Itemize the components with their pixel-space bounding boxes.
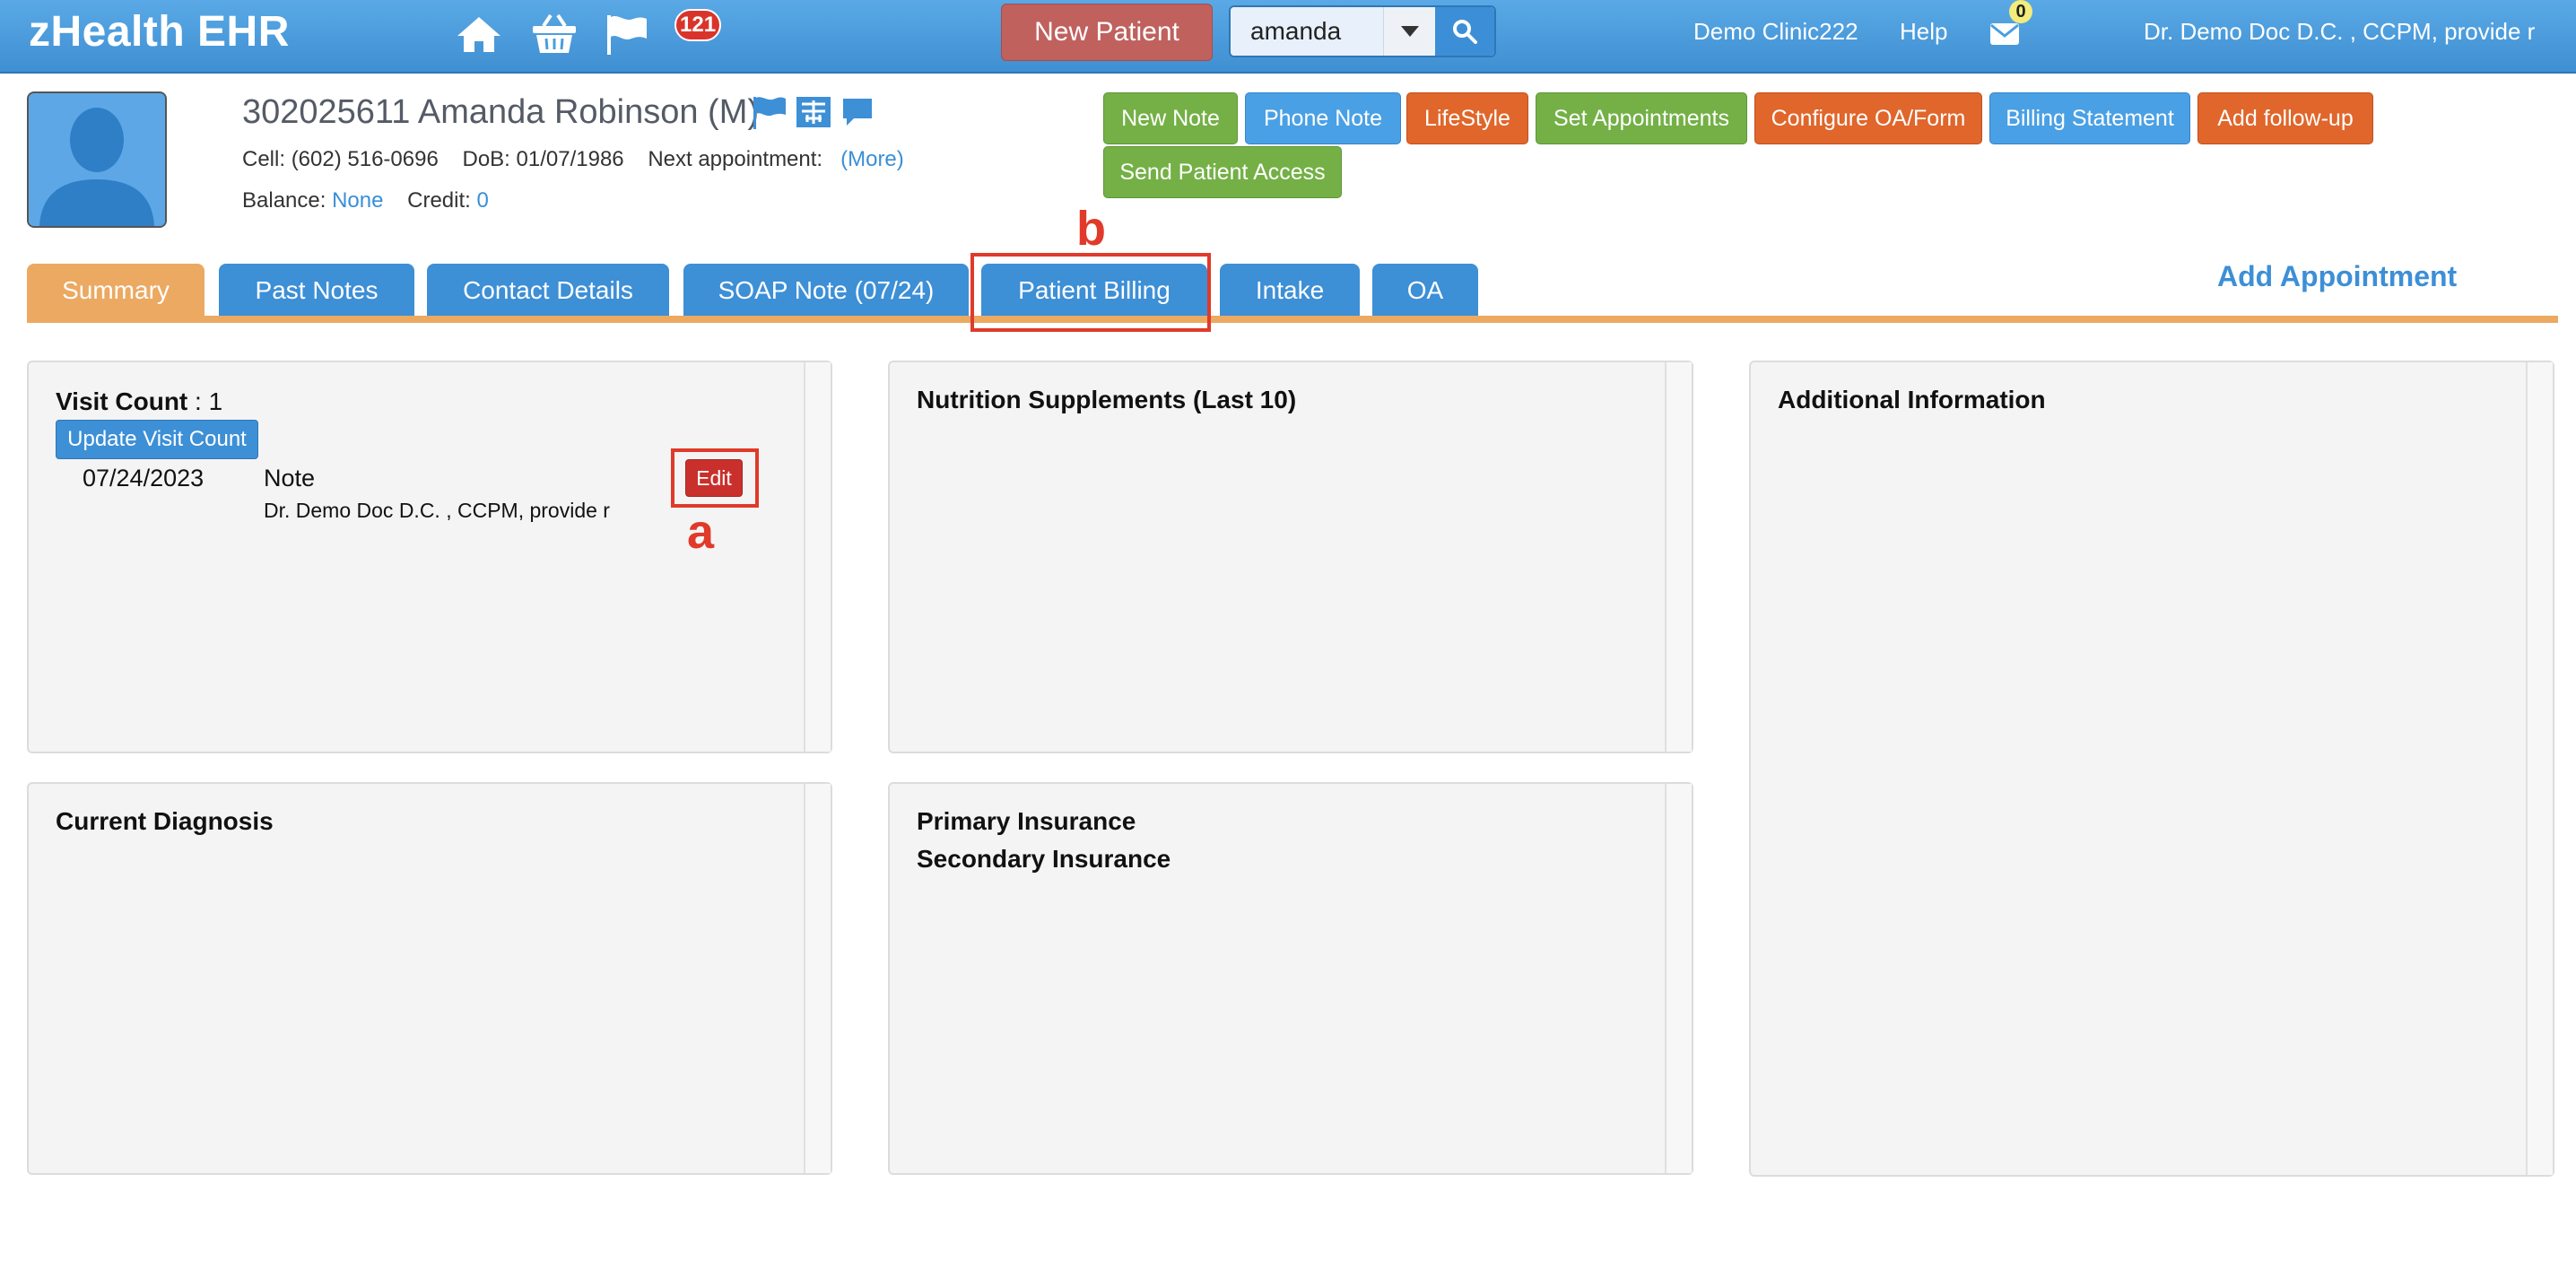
tab-past-notes[interactable]: Past Notes (219, 264, 414, 317)
balance-link[interactable]: None (332, 188, 383, 213)
insurance-panel: Primary Insurance Secondary Insurance (888, 782, 1693, 1175)
panel-scrollbar[interactable] (804, 784, 831, 1173)
set-appointments-button[interactable]: Set Appointments (1536, 92, 1747, 144)
send-patient-access-button[interactable]: Send Patient Access (1103, 146, 1342, 198)
panel-scrollbar[interactable] (804, 362, 831, 752)
chat-icon[interactable] (840, 95, 875, 134)
patient-balance-line: Balance: None Credit: 0 (242, 188, 489, 213)
tab-intake[interactable]: Intake (1220, 264, 1360, 317)
note-type: Note (264, 465, 316, 491)
top-navigation-bar: zHealth EHR 121 New Patient Demo Clinic2… (0, 0, 2576, 74)
brand-logo[interactable]: zHealth EHR (29, 7, 290, 57)
phone-note-button[interactable]: Phone Note (1245, 92, 1401, 144)
panel-scrollbar[interactable] (2526, 362, 2553, 1175)
cell-label: Cell: (242, 147, 286, 171)
credit-label: Credit: (407, 188, 471, 213)
add-appointment-link[interactable]: Add Appointment (2217, 260, 2457, 293)
additional-information-panel: Additional Information (1749, 361, 2554, 1177)
patient-search-input[interactable] (1231, 7, 1383, 56)
current-diagnosis-panel: Current Diagnosis (27, 782, 832, 1175)
visit-count-separator: : (187, 387, 209, 415)
panel-scrollbar[interactable] (1665, 362, 1692, 752)
patient-contact-line: Cell: (602) 516-0696 DoB: 01/07/1986 Nex… (242, 147, 904, 172)
visit-count-value: 1 (208, 387, 223, 415)
credit-link[interactable]: 0 (476, 188, 488, 213)
note-date: 07/24/2023 (83, 465, 205, 491)
basket-icon[interactable] (531, 13, 578, 56)
chevron-down-icon[interactable] (1383, 7, 1436, 56)
current-diagnosis-title: Current Diagnosis (56, 807, 274, 835)
nutrition-supplements-title: Nutrition Supplements (Last 10) (917, 386, 1297, 413)
visit-count: Visit Count : 1 (56, 387, 222, 416)
update-visit-count-button[interactable]: Update Visit Count (56, 420, 258, 459)
annotation-label-b: b (1076, 202, 1106, 256)
home-icon[interactable] (456, 13, 502, 56)
flag-icon[interactable] (752, 95, 788, 134)
secondary-insurance-title: Secondary Insurance (917, 845, 1171, 873)
flag-icon[interactable] (605, 13, 649, 56)
annotation-label-a: a (687, 505, 715, 559)
help-link[interactable]: Help (1900, 18, 1947, 46)
search-icon (1453, 20, 1477, 44)
configure-oa-form-button[interactable]: Configure OA/Form (1754, 92, 1982, 144)
user-menu[interactable]: Dr. Demo Doc D.C. , CCPM, provide r (2144, 18, 2535, 46)
tab-underline (27, 316, 2558, 323)
additional-information-title: Additional Information (1778, 386, 2046, 413)
new-patient-button[interactable]: New Patient (1001, 4, 1213, 61)
clinic-selector[interactable]: Demo Clinic222 (1693, 18, 1858, 46)
note-doctor: Dr. Demo Doc D.C. , CCPM, provide r (264, 499, 610, 522)
tab-summary[interactable]: Summary (27, 264, 205, 317)
mail-count-badge: 0 (2009, 0, 2032, 23)
patient-quick-icons (752, 95, 875, 134)
tab-contact-details[interactable]: Contact Details (427, 264, 669, 317)
dob-label: DoB: (462, 147, 510, 171)
patient-avatar[interactable] (27, 91, 167, 228)
lifestyle-button[interactable]: LifeStyle (1406, 92, 1528, 144)
tab-oa[interactable]: OA (1372, 264, 1478, 317)
annotation-box-a (671, 448, 759, 508)
panel-scrollbar[interactable] (1665, 784, 1692, 1173)
billing-statement-button[interactable]: Billing Statement (1989, 92, 2190, 144)
medical-chart-icon[interactable] (795, 95, 832, 134)
dob-value: 01/07/1986 (516, 147, 624, 171)
primary-insurance-title: Primary Insurance (917, 807, 1136, 835)
next-appointment-label: Next appointment: (648, 147, 823, 171)
search-button[interactable] (1435, 7, 1494, 56)
patient-search (1229, 5, 1496, 57)
tab-soap-note[interactable]: SOAP Note (07/24) (683, 264, 969, 317)
add-follow-up-button[interactable]: Add follow-up (2197, 92, 2373, 144)
visit-count-label: Visit Count (56, 387, 188, 415)
cell-value: (602) 516-0696 (291, 147, 439, 171)
patient-title: 302025611 Amanda Robinson (M) (242, 93, 760, 131)
next-appointment-more-link[interactable]: (More) (840, 147, 904, 171)
new-note-button[interactable]: New Note (1103, 92, 1238, 144)
notification-count-badge[interactable]: 121 (674, 9, 722, 41)
visit-count-panel: Visit Count : 1 Update Visit Count 07/24… (27, 361, 832, 753)
balance-label: Balance: (242, 188, 326, 213)
annotation-box-b (970, 253, 1211, 332)
nutrition-supplements-panel: Nutrition Supplements (Last 10) (888, 361, 1693, 753)
